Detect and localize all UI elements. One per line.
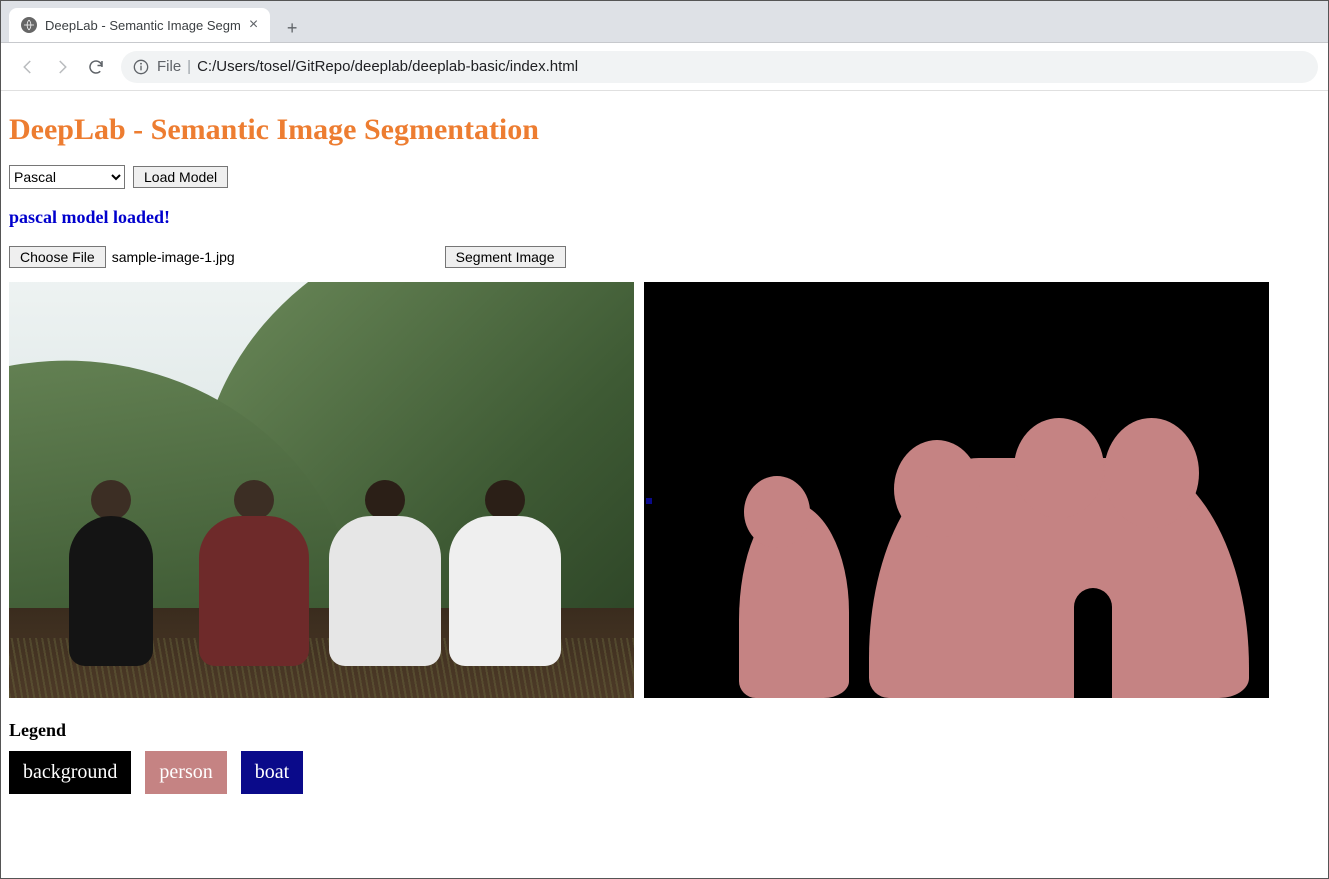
input-image-panel [9, 282, 634, 698]
segment-button[interactable]: Segment Image [445, 246, 566, 268]
legend-chip-background: background [9, 751, 131, 794]
url-separator: | [187, 58, 191, 75]
file-input[interactable]: Choose File sample-image-1.jpg [9, 246, 235, 268]
legend: background person boat [9, 751, 1320, 794]
legend-chip-boat: boat [241, 751, 303, 794]
model-select[interactable]: Pascal [9, 165, 125, 189]
browser-toolbar: File | C:/Users/tosel/GitRepo/deeplab/de… [1, 43, 1328, 91]
chosen-filename: sample-image-1.jpg [112, 249, 235, 265]
new-tab-button[interactable]: + [278, 14, 306, 42]
address-bar[interactable]: File | C:/Users/tosel/GitRepo/deeplab/de… [121, 51, 1318, 83]
load-model-button[interactable]: Load Model [133, 166, 228, 188]
segmentation-output-panel [644, 282, 1269, 698]
legend-chip-person: person [145, 751, 226, 794]
file-and-segment-row: Choose File sample-image-1.jpg Segment I… [9, 246, 1320, 268]
tab-title: DeepLab - Semantic Image Segm [45, 18, 241, 33]
tab-close-icon[interactable]: × [249, 17, 258, 33]
legend-title: Legend [9, 720, 1320, 741]
url-scheme: File [157, 58, 181, 75]
model-controls: Pascal Load Model [9, 165, 1320, 189]
nav-forward-button[interactable] [45, 50, 79, 84]
image-panels [9, 282, 1320, 698]
nav-back-button[interactable] [11, 50, 45, 84]
nav-reload-button[interactable] [79, 50, 113, 84]
status-text: pascal model loaded! [9, 207, 1320, 228]
browser-tabstrip: DeepLab - Semantic Image Segm × + [1, 1, 1328, 43]
url-path: C:/Users/tosel/GitRepo/deeplab/deeplab-b… [197, 58, 578, 75]
page-title: DeepLab - Semantic Image Segmentation [9, 113, 1320, 147]
info-icon [133, 59, 149, 75]
page-body: DeepLab - Semantic Image Segmentation Pa… [1, 91, 1328, 802]
globe-icon [21, 17, 37, 33]
choose-file-button[interactable]: Choose File [9, 246, 106, 268]
browser-tab-active[interactable]: DeepLab - Semantic Image Segm × [9, 8, 270, 42]
